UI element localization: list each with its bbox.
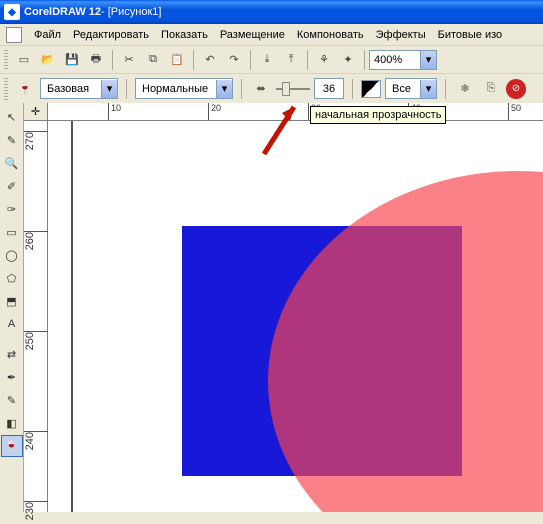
transparency-mode-value: Нормальные	[136, 81, 216, 97]
ruler-tick: 270	[24, 131, 48, 154]
separator	[112, 50, 113, 70]
zoom-input[interactable]	[370, 51, 420, 69]
canvas-area: ✛ 10 20 30 40 50 270 260 250 240 230 нач…	[24, 103, 543, 512]
doc-title: - [Рисунок1]	[101, 6, 161, 18]
save-button[interactable]: 💾	[61, 49, 83, 71]
propbar-grip[interactable]	[4, 78, 8, 100]
print-button[interactable]: 🖶	[85, 49, 107, 71]
separator	[364, 50, 365, 70]
rectangle-tool[interactable]: ▭	[1, 221, 23, 243]
clear-transparency-button[interactable]: ⊘	[506, 79, 526, 99]
separator	[250, 50, 251, 70]
pick-tool[interactable]: ↖	[1, 106, 23, 128]
transparency-type-value: Базовая	[41, 81, 101, 97]
app-icon: ◆	[4, 4, 20, 20]
eyedropper-tool[interactable]: ✒	[1, 366, 23, 388]
ellipse-tool[interactable]: ◯	[1, 244, 23, 266]
transparency-value[interactable]: 36	[314, 78, 344, 99]
copy-properties-icon[interactable]: ⎘	[480, 78, 502, 100]
start-transparency-icon: ⬌	[250, 78, 272, 100]
new-button[interactable]: ▭	[13, 49, 35, 71]
dropdown-icon[interactable]: ▾	[101, 80, 117, 98]
zoom-combo[interactable]: ▾	[369, 50, 437, 70]
paste-button[interactable]: 📋	[166, 49, 188, 71]
blend-tool[interactable]: ⇄	[1, 343, 23, 365]
open-button[interactable]: 📂	[37, 49, 59, 71]
ruler-tick: 50	[508, 103, 521, 121]
ruler-origin[interactable]: ✛	[24, 103, 48, 121]
apply-to-combo[interactable]: Все ▾	[385, 78, 437, 99]
cut-button[interactable]: ✂	[118, 49, 140, 71]
ruler-tick: 250	[24, 331, 48, 354]
transparency-mode-combo[interactable]: Нормальные ▾	[135, 78, 233, 99]
app-title: CorelDRAW 12	[24, 6, 101, 18]
ruler-tick: 10	[108, 103, 121, 121]
polygon-tool[interactable]: ⬠	[1, 267, 23, 289]
dropdown-icon[interactable]: ▾	[216, 80, 232, 98]
ruler-tick: 260	[24, 231, 48, 254]
page-edge	[71, 121, 73, 512]
copy-button[interactable]: ⧉	[142, 49, 164, 71]
dropdown-icon[interactable]: ▾	[420, 80, 436, 98]
separator	[445, 79, 446, 99]
menu-layout[interactable]: Размещение	[214, 27, 291, 43]
corel-online-button[interactable]: ✦	[337, 49, 359, 71]
ruler-horizontal[interactable]: 10 20 30 40 50	[48, 103, 543, 121]
smart-draw-tool[interactable]: ✑	[1, 198, 23, 220]
ruler-tick: 230	[24, 501, 48, 524]
ruler-tick: 240	[24, 431, 48, 454]
toolbar-grip[interactable]	[4, 50, 8, 70]
separator	[241, 79, 242, 99]
titlebar: ◆ CorelDRAW 12 - [Рисунок1]	[0, 0, 543, 24]
menu-bitmaps[interactable]: Битовые изо	[432, 27, 509, 43]
import-button[interactable]: ⤓	[256, 49, 278, 71]
apply-to-swatch-icon	[361, 80, 381, 98]
menu-edit[interactable]: Редактировать	[67, 27, 155, 43]
separator	[307, 50, 308, 70]
shape-tool[interactable]: ✎	[1, 129, 23, 151]
zoom-dropdown-icon[interactable]: ▾	[420, 51, 436, 69]
basic-shapes-tool[interactable]: ⬒	[1, 290, 23, 312]
outline-tool[interactable]: ✎	[1, 389, 23, 411]
apply-to-value: Все	[386, 81, 420, 97]
red-circle-shape[interactable]	[268, 171, 543, 512]
export-button[interactable]: ⤒	[280, 49, 302, 71]
property-bar: 🍷 Базовая ▾ Нормальные ▾ ⬌ 36 Все ▾ ❄ ⎘ …	[0, 74, 543, 104]
menu-file[interactable]: Файл	[28, 27, 67, 43]
workspace: ↖ ✎ 🔍 ✐ ✑ ▭ ◯ ⬠ ⬒ A ⇄ ✒ ✎ ◧ 🍷 ✛ 10 20 30…	[0, 103, 543, 512]
menubar: Файл Редактировать Показать Размещение К…	[0, 24, 543, 46]
separator	[193, 50, 194, 70]
ruler-tick: 20	[208, 103, 221, 121]
menu-effects[interactable]: Эффекты	[370, 27, 432, 43]
zoom-tool[interactable]: 🔍	[1, 152, 23, 174]
app-launcher-button[interactable]: ⚘	[313, 49, 335, 71]
fill-tool[interactable]: ◧	[1, 412, 23, 434]
document-menu-icon[interactable]	[6, 27, 22, 43]
standard-toolbar: ▭ 📂 💾 🖶 ✂ ⧉ 📋 ↶ ↷ ⤓ ⤒ ⚘ ✦ ▾	[0, 46, 543, 74]
transparency-tool-icon: 🍷	[14, 78, 36, 100]
freeze-icon[interactable]: ❄	[454, 78, 476, 100]
ruler-vertical[interactable]: 270 260 250 240 230	[24, 121, 48, 512]
separator	[126, 79, 127, 99]
redo-button[interactable]: ↷	[223, 49, 245, 71]
text-tool[interactable]: A	[1, 313, 23, 335]
menu-view[interactable]: Показать	[155, 27, 214, 43]
interactive-fill-tool[interactable]: 🍷	[1, 435, 23, 457]
toolbox: ↖ ✎ 🔍 ✐ ✑ ▭ ◯ ⬠ ⬒ A ⇄ ✒ ✎ ◧ 🍷	[0, 103, 24, 512]
transparency-slider[interactable]	[276, 78, 310, 100]
transparency-type-combo[interactable]: Базовая ▾	[40, 78, 118, 99]
tooltip: начальная прозрачность	[310, 106, 446, 124]
menu-arrange[interactable]: Компоновать	[291, 27, 370, 43]
separator	[352, 79, 353, 99]
undo-button[interactable]: ↶	[199, 49, 221, 71]
drawing-page[interactable]	[48, 121, 543, 512]
freehand-tool[interactable]: ✐	[1, 175, 23, 197]
